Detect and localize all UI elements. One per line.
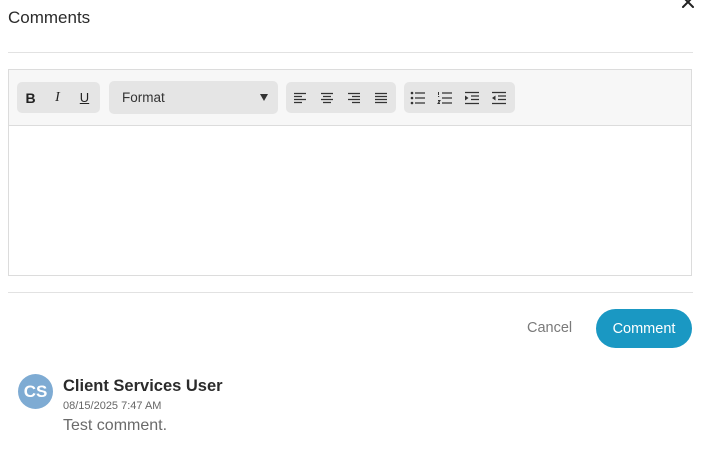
italic-icon: I [55, 89, 60, 105]
avatar: CS [18, 374, 53, 409]
bulleted-list-icon [410, 91, 425, 104]
align-right-icon [347, 92, 360, 103]
editor-toolbar: B I U Format [9, 70, 691, 126]
numbered-list-button[interactable] [431, 82, 458, 113]
comment-text: Test comment. [63, 417, 168, 434]
align-right-button[interactable] [340, 82, 367, 113]
indent-button[interactable] [458, 82, 485, 113]
close-icon[interactable] [681, 0, 695, 9]
format-select-value: Format [122, 90, 165, 105]
format-select[interactable]: Format [109, 81, 278, 114]
editor-content-area[interactable] [9, 126, 691, 275]
align-left-button[interactable] [286, 82, 313, 113]
chevron-down-icon [260, 94, 268, 101]
underline-icon: U [79, 90, 90, 105]
align-justify-button[interactable] [367, 82, 394, 113]
rich-text-editor: B I U Format [8, 69, 692, 276]
cancel-button[interactable]: Cancel [527, 320, 572, 336]
alignment-group [286, 82, 396, 113]
editor-divider [8, 292, 693, 293]
list-group [404, 82, 515, 113]
bulleted-list-button[interactable] [404, 82, 431, 113]
comment-author: Client Services User [63, 377, 223, 395]
outdent-button[interactable] [485, 82, 512, 113]
numbered-list-icon [436, 91, 452, 104]
italic-button[interactable]: I [44, 82, 71, 113]
align-justify-icon [374, 92, 387, 103]
dialog-title: Comments [8, 8, 91, 27]
indent-icon [464, 91, 479, 104]
bold-button[interactable]: B [17, 82, 44, 113]
bold-icon: B [25, 89, 36, 106]
comment-timestamp: 08/15/2025 7:47 AM [63, 400, 162, 412]
comment-button[interactable]: Comment [596, 309, 692, 348]
align-left-icon [293, 92, 306, 103]
align-center-icon [320, 92, 333, 103]
header-divider [8, 52, 693, 53]
text-style-group: B I U [17, 82, 100, 113]
underline-button[interactable]: U [71, 82, 98, 113]
align-center-button[interactable] [313, 82, 340, 113]
outdent-icon [491, 91, 506, 104]
